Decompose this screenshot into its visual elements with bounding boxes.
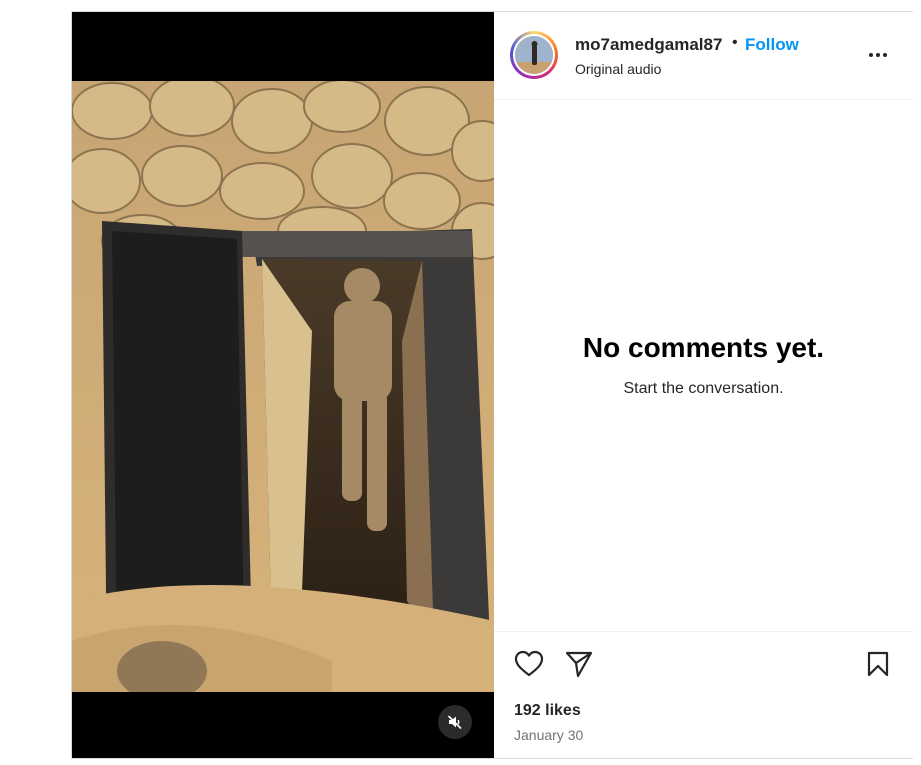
follow-button[interactable]: Follow [745,35,799,55]
avatar-story-ring[interactable] [510,31,558,79]
video-frame[interactable] [72,81,494,692]
video-still-image [72,81,494,692]
avatar-image [515,36,553,74]
heart-icon [514,650,544,677]
share-button[interactable] [564,650,594,683]
save-button[interactable] [866,651,890,682]
empty-comments-subtitle: Start the conversation. [623,380,784,397]
like-button[interactable] [514,650,544,683]
muted-speaker-icon [447,715,462,730]
mute-toggle-button[interactable] [438,705,472,739]
more-options-button[interactable] [866,46,890,64]
post-date[interactable]: January 30 [514,727,583,743]
video-player[interactable] [72,12,494,758]
post-header: mo7amedgamal87 • Follow Original audio [494,12,913,100]
post-sidebar: mo7amedgamal87 • Follow Original audio N… [494,12,913,758]
username-link[interactable]: mo7amedgamal87 [575,35,722,55]
audio-link[interactable]: Original audio [575,61,661,77]
post-dialog: mo7amedgamal87 • Follow Original audio N… [71,11,913,759]
send-icon [565,651,593,678]
bookmark-icon [867,651,889,677]
empty-comments-title: No comments yet. [582,332,825,363]
avatar[interactable] [513,34,555,76]
more-options-icon [869,53,887,57]
separator-dot: • [732,34,738,51]
likes-count[interactable]: 192 likes [514,702,581,720]
post-actions-bar: 192 likes January 30 [494,631,913,759]
